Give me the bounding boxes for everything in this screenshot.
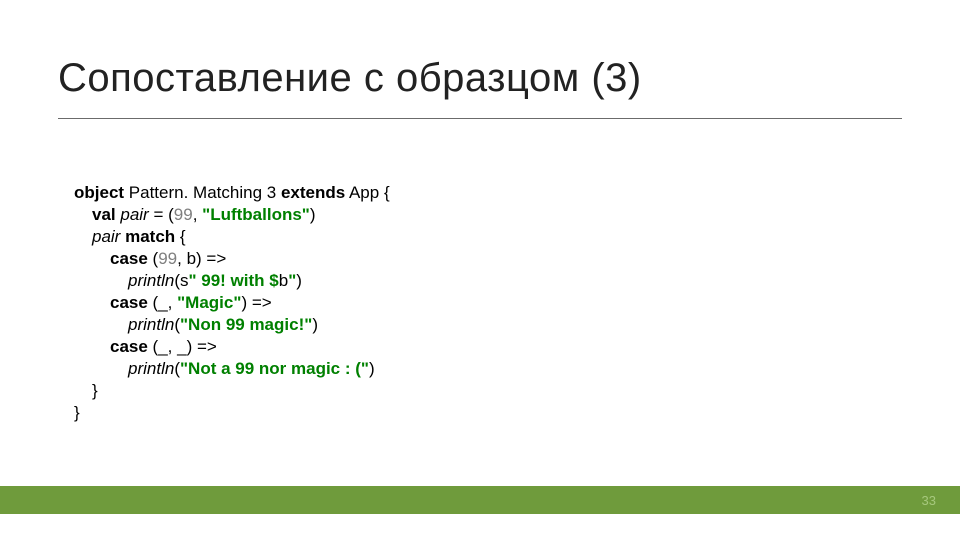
code-line-2: val pair = (99, "Luftballons") — [74, 205, 316, 224]
num-99: 99 — [158, 249, 177, 268]
code-line-1: object Pattern. Matching 3 extends App { — [74, 183, 390, 202]
str-luftballons: "Luftballons" — [202, 205, 310, 224]
text: { — [175, 227, 185, 246]
slide: Сопоставление с образцом (3) object Patt… — [0, 0, 960, 540]
code-line-8: case (_, _) => — [74, 337, 217, 356]
brace: } — [92, 381, 98, 400]
str-magic: "Magic" — [177, 293, 241, 312]
var-pair: pair — [92, 227, 120, 246]
fn-println: println — [128, 315, 174, 334]
code-line-5: println(s" 99! with $b") — [74, 271, 302, 290]
footer-bar — [0, 486, 960, 514]
code-line-4: case (99, b) => — [74, 249, 226, 268]
fn-println: println — [128, 271, 174, 290]
code-line-10: } — [74, 381, 98, 400]
text: (_, — [148, 293, 177, 312]
code-line-7: println("Non 99 magic!") — [74, 315, 318, 334]
kw-case: case — [110, 337, 148, 356]
var-b: b — [279, 271, 288, 290]
text: , — [193, 205, 202, 224]
num-99: 99 — [174, 205, 193, 224]
kw-val: val — [92, 205, 116, 224]
brace: } — [74, 403, 80, 422]
text: ) => — [241, 293, 271, 312]
text: (_, _) => — [148, 337, 217, 356]
class-name: Pattern. Matching 3 — [124, 183, 281, 202]
text: = ( — [149, 205, 174, 224]
text: , b) => — [177, 249, 226, 268]
str-part: " 99! with $ — [188, 271, 278, 290]
code-block: object Pattern. Matching 3 extends App {… — [74, 160, 390, 424]
text: ( — [148, 249, 158, 268]
var-pair: pair — [116, 205, 149, 224]
code-line-9: println("Not a 99 nor magic : (") — [74, 359, 375, 378]
fn-println: println — [128, 359, 174, 378]
str-nota99: "Not a 99 nor magic : (" — [180, 359, 369, 378]
text: ) — [369, 359, 375, 378]
slide-title: Сопоставление с образцом (3) — [58, 56, 642, 101]
code-line-3: pair match { — [74, 227, 186, 246]
page-number: 33 — [922, 493, 936, 508]
code-line-11: } — [74, 403, 80, 422]
text: ) — [310, 205, 316, 224]
str-non99: "Non 99 magic!" — [180, 315, 312, 334]
title-underline — [58, 118, 902, 119]
kw-object: object — [74, 183, 124, 202]
code-line-6: case (_, "Magic") => — [74, 293, 272, 312]
text: App { — [345, 183, 389, 202]
kw-extends: extends — [281, 183, 345, 202]
kw-case: case — [110, 249, 148, 268]
text: ) — [296, 271, 302, 290]
text: ) — [312, 315, 318, 334]
kw-match: match — [125, 227, 175, 246]
kw-case: case — [110, 293, 148, 312]
